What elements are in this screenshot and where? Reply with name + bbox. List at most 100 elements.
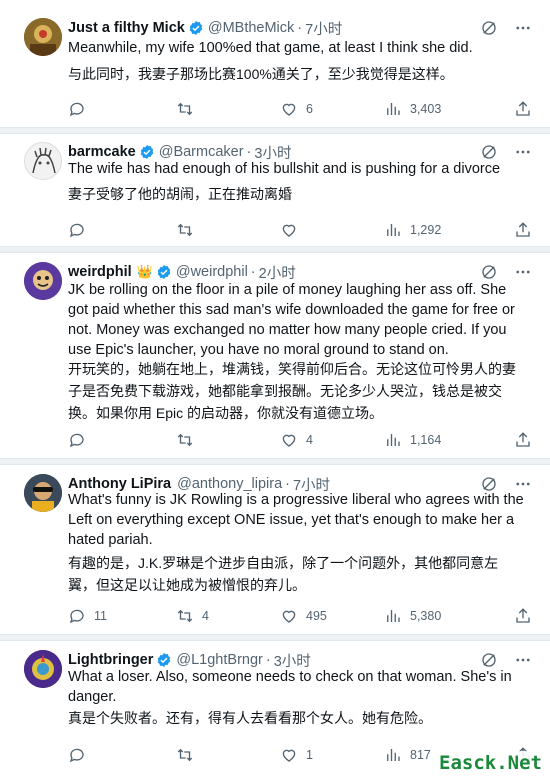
- reply-button[interactable]: [68, 431, 176, 449]
- tweet-2[interactable]: barmcake @Barmcaker · 3小时 The wife has h…: [0, 134, 550, 246]
- views-icon: [387, 749, 400, 761]
- tweet-translation: 真是个失败者。还有，得有人去看看那个女人。她有危险。: [68, 710, 432, 726]
- like-count: 495: [306, 609, 327, 623]
- share-button[interactable]: [514, 221, 532, 239]
- like-button[interactable]: 4: [280, 431, 384, 449]
- display-name[interactable]: Just a filthy Mick: [68, 20, 185, 36]
- share-icon: [516, 101, 530, 116]
- share-button[interactable]: [514, 607, 532, 625]
- verified-badge-icon: [156, 264, 172, 280]
- retweet-icon: [177, 433, 193, 447]
- tweet-text: JK be rolling on the floor in a pile of …: [68, 282, 515, 358]
- share-button[interactable]: [514, 100, 532, 118]
- grok-icon[interactable]: [480, 19, 498, 37]
- tweet-1[interactable]: Just a filthy Mick @MBtheMick · 7小时 Mean…: [0, 10, 550, 125]
- grok-icon[interactable]: [480, 263, 498, 281]
- like-count: 4: [306, 433, 313, 447]
- avatar[interactable]: [24, 262, 62, 300]
- retweet-icon: [177, 102, 193, 116]
- tweet-text: Meanwhile, my wife 100%ed that game, at …: [68, 40, 473, 56]
- divider: [0, 127, 550, 134]
- reply-button[interactable]: 11: [68, 607, 176, 625]
- user-handle[interactable]: @L1ghtBrngr: [176, 652, 262, 668]
- reply-button[interactable]: [68, 746, 176, 764]
- heart-icon: [282, 610, 296, 623]
- share-button[interactable]: [514, 431, 532, 449]
- avatar[interactable]: [24, 142, 62, 180]
- retweet-button[interactable]: [176, 431, 280, 449]
- like-count: 1: [306, 748, 313, 762]
- separator-dot: ·: [265, 652, 271, 668]
- avatar[interactable]: [24, 650, 62, 688]
- reply-icon: [69, 102, 84, 117]
- like-button[interactable]: 6: [280, 100, 384, 118]
- tweet-3[interactable]: weirdphil 👑 @weirdphil · 2小时 JK be rolli…: [0, 254, 550, 454]
- reply-button[interactable]: [68, 221, 176, 239]
- user-handle[interactable]: @MBtheMick: [208, 20, 294, 36]
- retweet-count: 4: [202, 609, 209, 623]
- heart-icon: [282, 434, 296, 447]
- retweet-icon: [177, 748, 193, 762]
- share-icon: [516, 222, 530, 237]
- divider: [0, 246, 550, 253]
- display-name[interactable]: weirdphil: [68, 264, 132, 280]
- tweet-4[interactable]: Anthony LiPira @anthony_lipira · 7小时 Wha…: [0, 466, 550, 636]
- tweet-menu: [480, 263, 532, 281]
- views-icon: [387, 434, 400, 446]
- views-count: 1,164: [410, 433, 442, 447]
- tweet-actions: 11 4 495 5,380: [68, 606, 532, 626]
- tweet-text: What's funny is JK Rowling is a progress…: [68, 492, 524, 548]
- retweet-button[interactable]: [176, 100, 280, 118]
- views-button[interactable]: 1,292: [384, 221, 494, 239]
- more-options-icon[interactable]: [514, 19, 532, 37]
- share-icon: [516, 608, 530, 623]
- tweet-text: What a loser. Also, someone needs to che…: [68, 669, 512, 705]
- retweet-icon: [177, 609, 193, 623]
- verified-badge-icon: [156, 652, 172, 668]
- like-button[interactable]: 495: [280, 607, 384, 625]
- views-button[interactable]: 3,403: [384, 100, 494, 118]
- views-button[interactable]: 5,380: [384, 607, 494, 625]
- retweet-button[interactable]: [176, 221, 280, 239]
- retweet-button[interactable]: 4: [176, 607, 280, 625]
- divider: [0, 458, 550, 465]
- timestamp[interactable]: 7小时: [305, 18, 342, 39]
- verified-badge-icon: [188, 20, 204, 36]
- like-button[interactable]: 1: [280, 746, 384, 764]
- like-button[interactable]: [280, 221, 384, 239]
- tweet-translation: 有趣的是，J.K.罗琳是个进步自由派，除了一个问题外，其他都同意左翼，但这足以让…: [68, 555, 499, 593]
- user-handle[interactable]: @Barmcaker: [159, 144, 244, 160]
- tweet-translation: 妻子受够了他的胡闹，正在推动离婚: [68, 186, 292, 202]
- display-name[interactable]: Lightbringer: [68, 652, 153, 668]
- avatar[interactable]: [24, 18, 62, 56]
- tweet-header: Just a filthy Mick @MBtheMick · 7小时: [68, 18, 490, 38]
- more-options-icon[interactable]: [514, 263, 532, 281]
- reply-icon: [69, 223, 84, 238]
- reply-icon: [69, 748, 84, 763]
- reply-count: 11: [94, 609, 107, 623]
- separator-dot: ·: [297, 20, 303, 36]
- display-name[interactable]: barmcake: [68, 144, 136, 160]
- tweet-translation: 开玩笑的，她躺在地上，堆满钱，笑得前仰后合。无论这位可怜男人的妻子是否免费下载游…: [68, 361, 516, 421]
- tweet-translation: 与此同时，我妻子那场比赛100%通关了，至少我觉得是这样。: [68, 66, 454, 82]
- heart-icon: [282, 103, 296, 116]
- user-handle[interactable]: @weirdphil: [176, 264, 248, 280]
- divider: [0, 634, 550, 641]
- tweet-actions: 1,292: [68, 220, 532, 240]
- share-icon: [516, 432, 530, 447]
- verified-badge-icon: [139, 144, 155, 160]
- views-icon: [387, 103, 400, 115]
- reply-button[interactable]: [68, 100, 176, 118]
- separator-dot: ·: [246, 144, 252, 160]
- views-count: 1,292: [410, 223, 442, 237]
- avatar[interactable]: [24, 474, 62, 512]
- watermark: Easck.Net: [435, 751, 546, 775]
- tweet-menu: [480, 19, 532, 37]
- views-icon: [387, 610, 400, 622]
- views-count: 817: [410, 748, 431, 762]
- separator-dot: ·: [250, 264, 256, 280]
- tweet-text: The wife has had enough of his bullshit …: [68, 161, 501, 177]
- retweet-button[interactable]: [176, 746, 280, 764]
- views-count: 3,403: [410, 102, 442, 116]
- views-button[interactable]: 1,164: [384, 431, 494, 449]
